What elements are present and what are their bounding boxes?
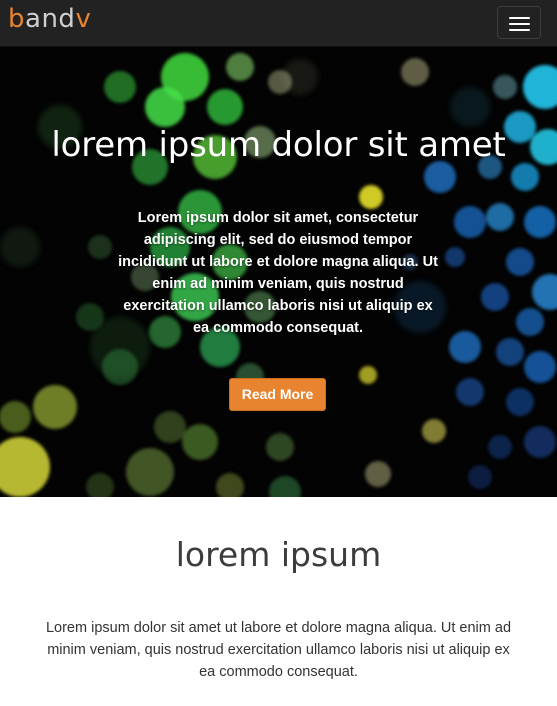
brand-logo-part: b: [8, 4, 26, 34]
navbar: bandv: [0, 0, 557, 47]
brand-logo-part: v: [75, 4, 92, 34]
hero-title: lorem ipsum dolor sit amet: [51, 125, 506, 165]
hero-section: lorem ipsum dolor sit amet Lorem ipsum d…: [0, 47, 557, 497]
brand-logo-part: and: [25, 4, 76, 34]
brand-logo[interactable]: bandv: [8, 2, 91, 36]
menu-toggle-button[interactable]: [497, 6, 541, 39]
read-more-button[interactable]: Read More: [229, 378, 326, 411]
section-description: Lorem ipsum dolor sit amet ut labore et …: [45, 620, 512, 680]
hero-description: Lorem ipsum dolor sit amet, consectetur …: [118, 210, 438, 336]
content-section: lorem ipsum Lorem ipsum dolor sit amet u…: [0, 497, 557, 706]
section-title: lorem ipsum: [175, 535, 382, 574]
